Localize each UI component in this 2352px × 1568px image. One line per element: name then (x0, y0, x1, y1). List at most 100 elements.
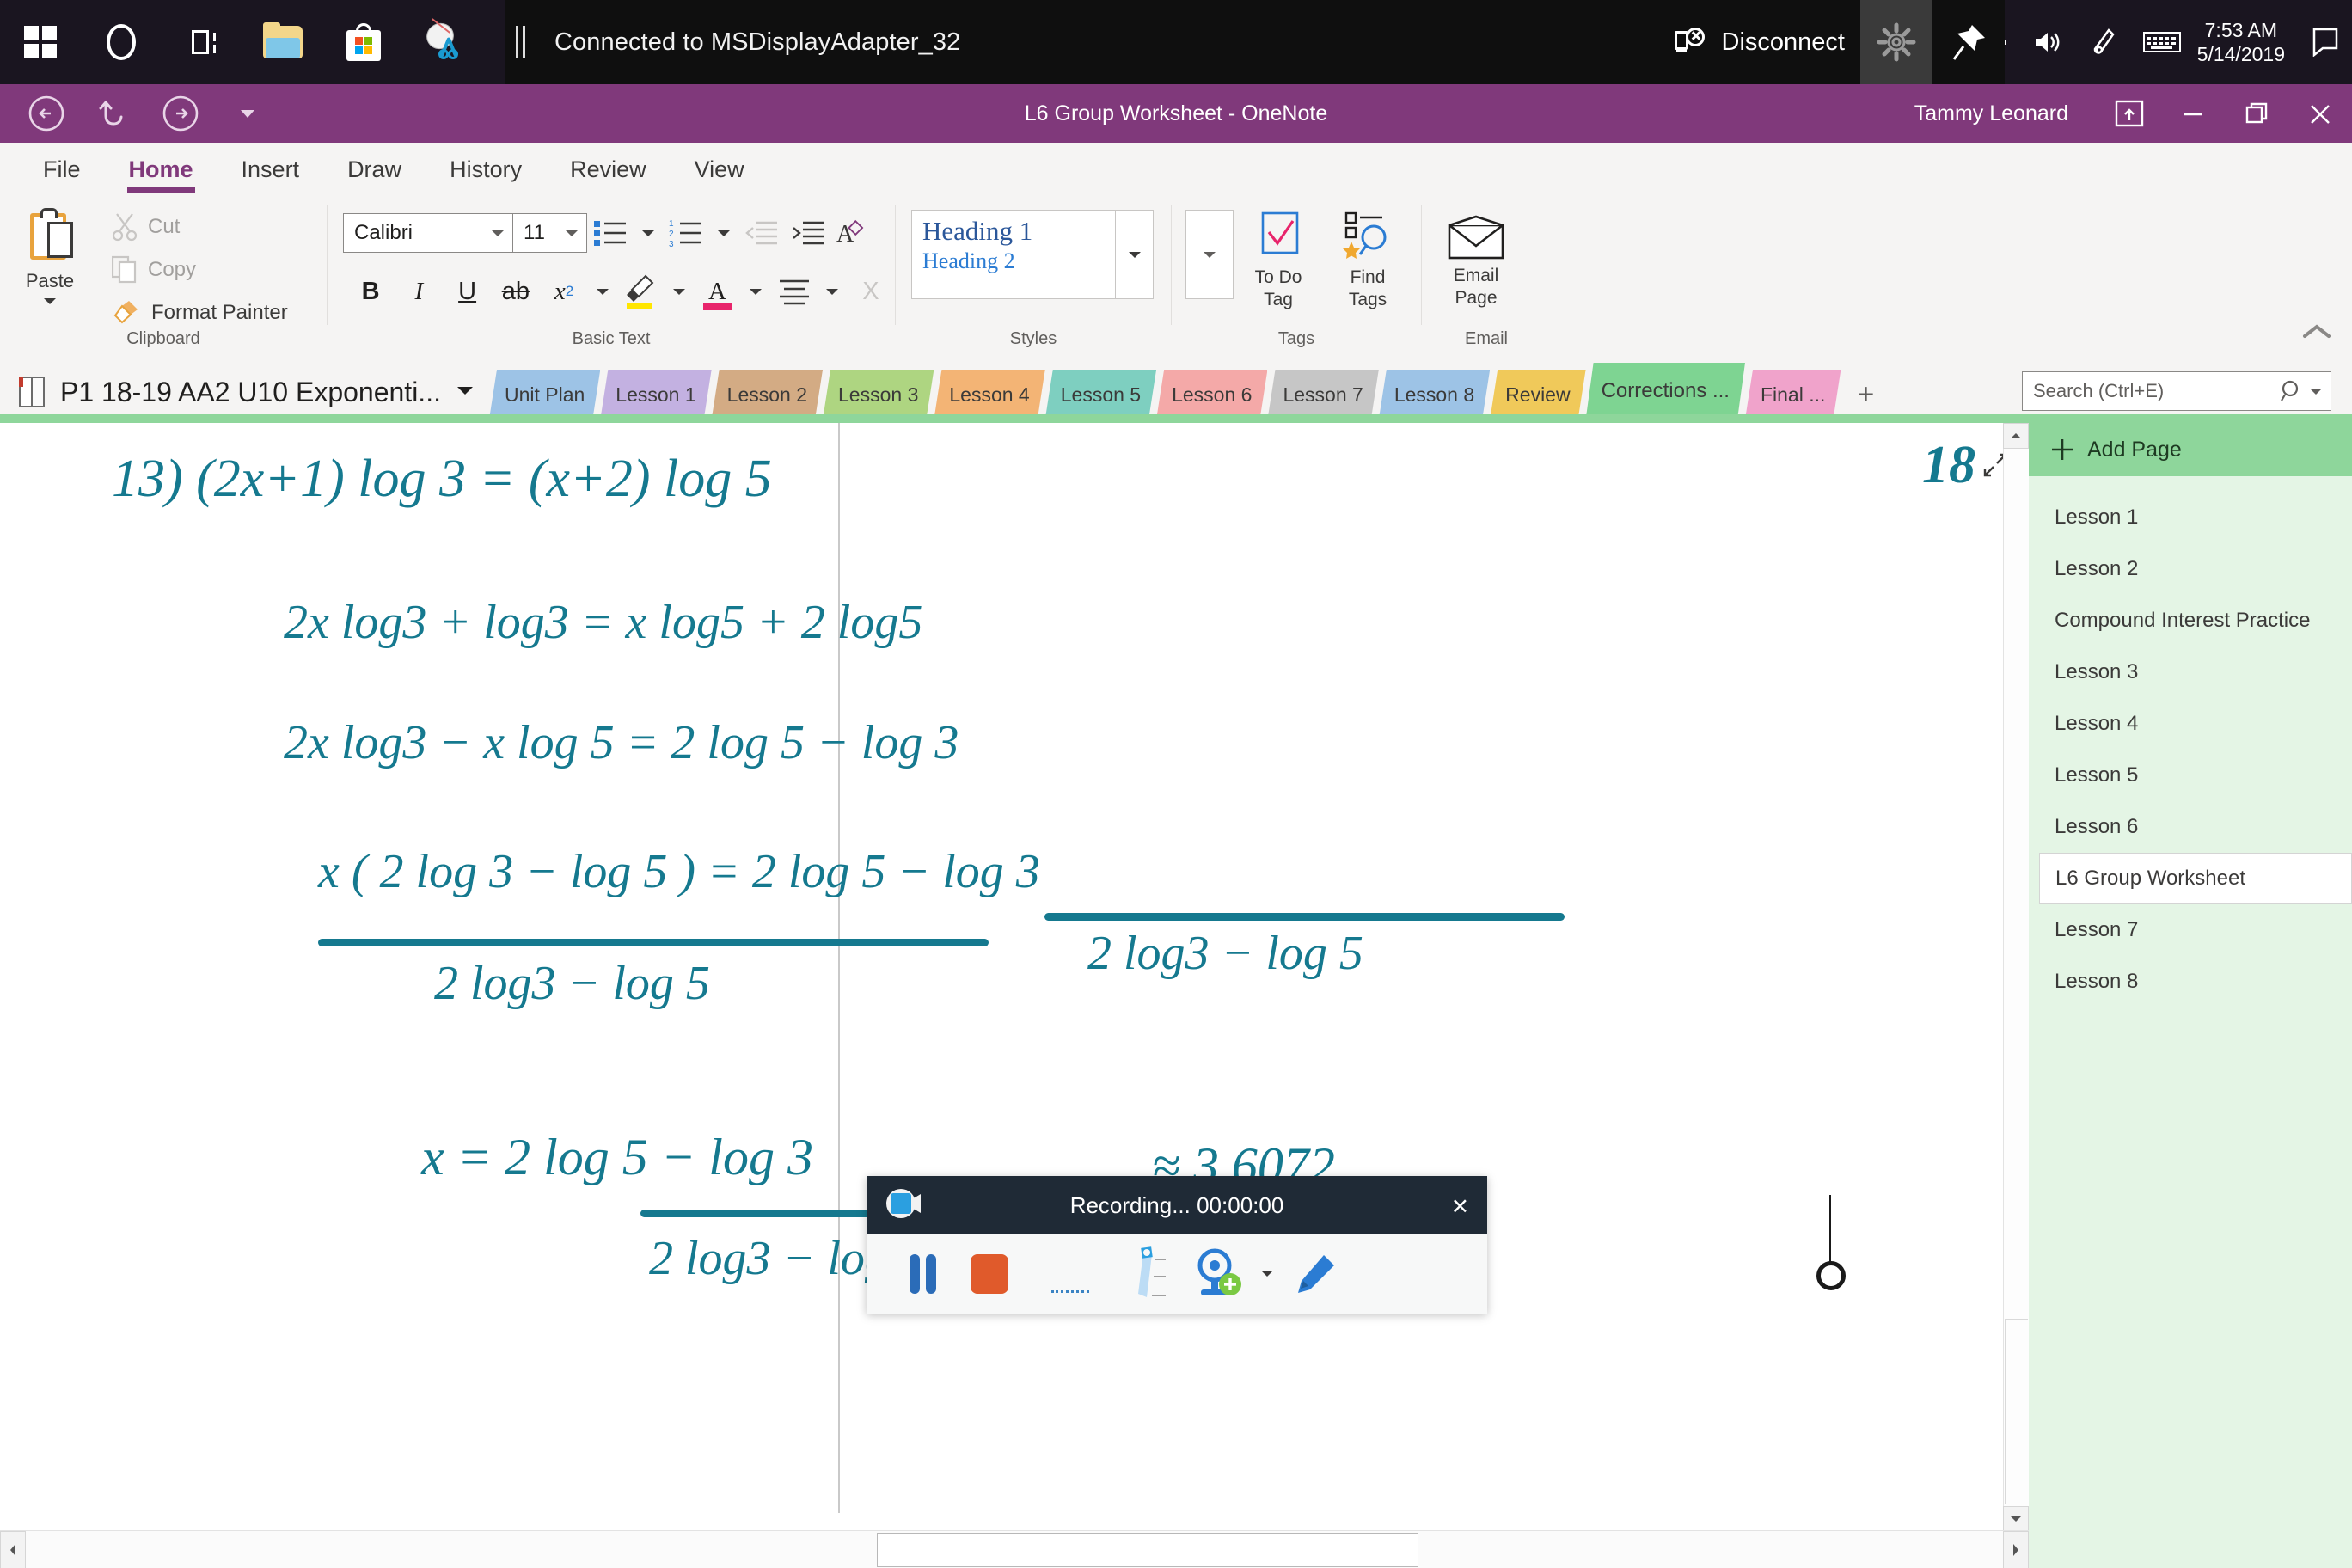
file-explorer-button[interactable] (242, 0, 323, 84)
section-tab-lesson-1[interactable]: Lesson 1 (600, 370, 711, 420)
section-tab-lesson-5[interactable]: Lesson 5 (1045, 370, 1156, 420)
scroll-left-button[interactable] (0, 1531, 26, 1568)
page-item-lesson-4[interactable]: Lesson 4 (2029, 698, 2352, 750)
tab-insert[interactable]: Insert (217, 143, 324, 196)
increase-indent-button[interactable] (785, 211, 831, 254)
scroll-thumb[interactable] (2005, 450, 2028, 1319)
cortana-button[interactable] (81, 0, 162, 84)
stop-recording-button[interactable] (956, 1234, 1023, 1314)
ribbon-display-options-button[interactable] (2098, 84, 2161, 143)
decrease-indent-button[interactable] (738, 211, 785, 254)
style-heading2[interactable]: Heading 2 (922, 248, 1105, 274)
forward-button[interactable] (158, 91, 203, 136)
pen-workspace-icon[interactable] (2077, 0, 2134, 84)
font-color-dropdown[interactable] (742, 270, 770, 313)
task-view-button[interactable] (162, 0, 242, 84)
bold-button[interactable]: B (346, 266, 395, 316)
section-tab-lesson-4[interactable]: Lesson 4 (934, 370, 1044, 420)
cut-button[interactable]: Cut (103, 208, 297, 246)
strikethrough-button[interactable]: ab (492, 266, 540, 316)
page-item-lesson-3[interactable]: Lesson 3 (2029, 646, 2352, 698)
restore-button[interactable] (2225, 84, 2288, 143)
minimize-button[interactable] (2161, 84, 2225, 143)
numbering-dropdown[interactable] (709, 211, 738, 254)
recording-toolbar-header[interactable]: Recording... 00:00:00 × (867, 1176, 1487, 1234)
style-heading1[interactable]: Heading 1 (922, 216, 1105, 247)
disconnect-button[interactable]: Disconnect (1659, 0, 1860, 84)
section-tab-lesson-7[interactable]: Lesson 7 (1267, 370, 1378, 420)
align-dropdown[interactable] (818, 270, 847, 313)
undo-button[interactable] (91, 91, 136, 136)
font-name-combo[interactable]: Calibri (343, 213, 513, 253)
customize-quick-access-button[interactable] (225, 91, 270, 136)
section-tab-lesson-6[interactable]: Lesson 6 (1156, 370, 1267, 420)
connection-settings-button[interactable] (1860, 0, 1932, 84)
font-size-combo[interactable]: 11 (513, 213, 587, 253)
scroll-down-button[interactable] (2003, 1506, 2029, 1532)
align-button[interactable] (770, 266, 818, 316)
notebook-selector[interactable]: P1 18-19 AA2 U10 Exponenti... (0, 375, 489, 420)
notebook-dropdown-caret[interactable] (455, 383, 475, 401)
bullets-dropdown[interactable] (634, 211, 663, 254)
styles-dropdown-button[interactable] (1116, 210, 1154, 299)
add-section-button[interactable]: + (1841, 370, 1890, 420)
close-button[interactable] (2288, 84, 2352, 143)
annotation-dots-button[interactable] (1023, 1234, 1118, 1314)
pin-connection-bar-button[interactable] (1932, 0, 2005, 84)
page-item-lesson-8[interactable]: Lesson 8 (2029, 956, 2352, 1008)
styles-gallery[interactable]: Heading 1 Heading 2 (911, 210, 1116, 299)
hscroll-thumb[interactable] (877, 1533, 1418, 1567)
clear-all-formatting-button[interactable]: A (831, 211, 878, 254)
tab-review[interactable]: Review (546, 143, 671, 196)
pen-tool-button[interactable] (1282, 1234, 1349, 1314)
tag-gallery-dropdown[interactable] (1185, 210, 1234, 299)
pause-recording-button[interactable] (889, 1234, 956, 1314)
scroll-up-button[interactable] (2003, 423, 2029, 449)
volume-icon[interactable] (2020, 0, 2077, 84)
tab-view[interactable]: View (671, 143, 769, 196)
section-tab-review[interactable]: Review (1490, 370, 1585, 420)
underline-button[interactable]: U (443, 266, 491, 316)
page-item-l6-group-worksheet[interactable]: L6 Group Worksheet (2039, 853, 2352, 904)
numbering-button[interactable]: 123 (663, 211, 709, 254)
superscript-dropdown[interactable] (588, 270, 616, 313)
section-tab-lesson-2[interactable]: Lesson 2 (712, 370, 823, 420)
highlight-button[interactable] (616, 266, 665, 316)
search-input[interactable]: Search (Ctrl+E) (2022, 371, 2331, 411)
spotlight-button[interactable] (1118, 1234, 1185, 1314)
page-item-lesson-2[interactable]: Lesson 2 (2029, 543, 2352, 595)
section-tab-final[interactable]: Final ... (1745, 370, 1841, 420)
copy-button[interactable]: Copy (103, 251, 297, 289)
add-page-button[interactable]: Add Page (2029, 423, 2352, 476)
scroll-right-button[interactable] (2003, 1531, 2029, 1568)
tab-draw[interactable]: Draw (323, 143, 426, 196)
font-color-button[interactable]: A (693, 266, 741, 316)
paste-dropdown-caret[interactable] (41, 295, 58, 311)
tab-history[interactable]: History (426, 143, 546, 196)
connection-bar-grip[interactable] (516, 26, 525, 58)
clock[interactable]: 7:53 AM 5/14/2019 (2190, 18, 2299, 66)
section-tab-lesson-3[interactable]: Lesson 3 (823, 370, 934, 420)
back-button[interactable] (24, 91, 69, 136)
section-tab-corrections[interactable]: Corrections ... (1586, 363, 1745, 420)
touch-keyboard-icon[interactable] (2134, 0, 2190, 84)
italic-button[interactable]: I (395, 266, 443, 316)
section-tab-lesson-8[interactable]: Lesson 8 (1379, 370, 1490, 420)
format-painter-button[interactable]: Format Painter (103, 294, 297, 332)
page-item-lesson-5[interactable]: Lesson 5 (2029, 750, 2352, 801)
canvas-horizontal-scrollbar[interactable] (0, 1530, 2029, 1568)
page-item-lesson-6[interactable]: Lesson 6 (2029, 801, 2352, 853)
section-tab-unit-plan[interactable]: Unit Plan (489, 370, 600, 420)
bullets-button[interactable] (587, 211, 634, 254)
collapse-ribbon-button[interactable] (2302, 322, 2331, 346)
page-item-lesson-1[interactable]: Lesson 1 (2029, 492, 2352, 543)
close-recording-toolbar-button[interactable]: × (1452, 1191, 1468, 1220)
highlight-dropdown[interactable] (665, 270, 693, 313)
superscript-button[interactable]: x2 (540, 266, 588, 316)
page-item-lesson-7[interactable]: Lesson 7 (2029, 904, 2352, 956)
tab-file[interactable]: File (19, 143, 105, 196)
note-canvas[interactable]: 18 13) (2x+1) log 3 = (x+2) log 5 2x log… (0, 423, 2029, 1568)
clear-formatting-x-button[interactable]: X (847, 266, 895, 316)
paste-button[interactable]: Paste (0, 196, 100, 332)
canvas-vertical-scrollbar[interactable] (2003, 423, 2029, 1532)
